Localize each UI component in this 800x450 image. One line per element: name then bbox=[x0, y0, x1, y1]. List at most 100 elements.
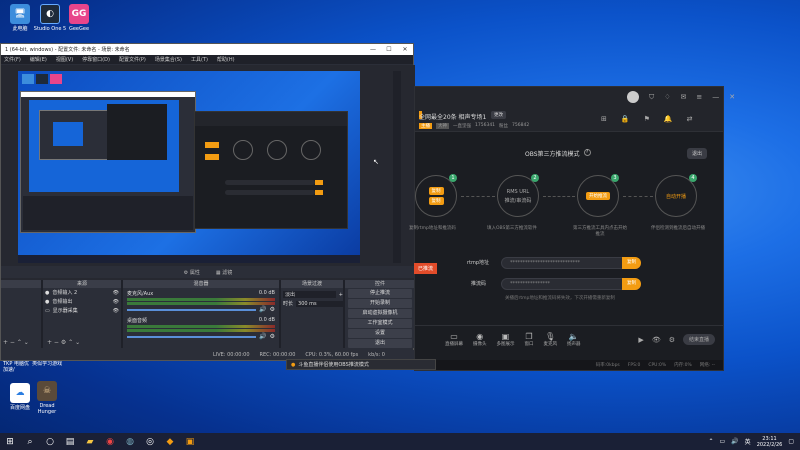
filters-button[interactable]: ▦ 滤镜 bbox=[216, 269, 232, 276]
visibility-icon[interactable]: 👁 bbox=[113, 299, 121, 305]
speaker-icon[interactable]: 🔊 bbox=[259, 333, 266, 340]
duration-input[interactable]: 300 ms bbox=[296, 300, 343, 307]
start-recording-button[interactable]: 开始录制 bbox=[348, 299, 412, 308]
stop-streaming-button[interactable]: 停止推流 bbox=[348, 289, 412, 298]
edit-title-tag[interactable]: 更改 bbox=[491, 111, 506, 119]
desktop-icon-geegee[interactable]: GG GeeGee bbox=[62, 4, 96, 32]
explorer-icon[interactable]: ▤ bbox=[60, 433, 80, 450]
transition-select[interactable]: 淡出 bbox=[283, 291, 336, 298]
copy-key-button[interactable]: 复制 bbox=[428, 197, 444, 205]
ime-indicator[interactable]: 英 bbox=[745, 437, 751, 446]
app-icon[interactable]: ▣ bbox=[180, 433, 200, 450]
record-icon[interactable]: ▶ bbox=[638, 336, 643, 344]
gear-icon[interactable]: ⚙ bbox=[669, 336, 675, 344]
network-icon[interactable]: ▭ bbox=[720, 438, 726, 445]
gear-icon[interactable]: ⚙ bbox=[270, 306, 275, 313]
scene-controls[interactable]: + − ⌃ ⌄ bbox=[3, 339, 29, 346]
tray-expand-icon[interactable]: ⌃ bbox=[708, 438, 713, 445]
studio-mode-button[interactable]: 工作室模式 bbox=[348, 319, 412, 328]
audio-meter bbox=[127, 329, 275, 332]
grid-icon[interactable]: ⊞ bbox=[601, 115, 607, 123]
visibility-icon[interactable]: 👁 bbox=[113, 308, 121, 314]
desktop-icon-dread-hunger[interactable]: ☠ Dread Hunger bbox=[30, 381, 64, 415]
tag-icon[interactable]: ⚑ bbox=[644, 115, 650, 123]
start-icon[interactable]: ⊞ bbox=[0, 433, 20, 450]
douyu-icon[interactable]: ◆ bbox=[160, 433, 180, 450]
copy-key-field-button[interactable]: 复制 bbox=[622, 278, 641, 290]
source-item[interactable]: ● 音频输出 👁 bbox=[43, 297, 121, 306]
close-icon[interactable]: ✕ bbox=[397, 46, 413, 53]
menu-view[interactable]: 视图(V) bbox=[56, 56, 73, 63]
source-item[interactable]: ● 音频输入 2 👁 bbox=[43, 288, 121, 297]
menu-edit[interactable]: 编辑(E) bbox=[30, 56, 47, 63]
notification-icon[interactable]: ▢ bbox=[788, 438, 794, 445]
obs-mode-notice: ● 斗鱼直播伴侣使用OBS推流模式 bbox=[286, 359, 436, 370]
menu-profile[interactable]: 配置文件(P) bbox=[119, 56, 146, 63]
bell-icon[interactable]: 🔔 bbox=[664, 115, 673, 123]
scene-properties-bar: ⚙ 属性 ▦ 滤镜 bbox=[1, 266, 415, 278]
obs-icon[interactable]: ◎ bbox=[140, 433, 160, 450]
menu-icon[interactable]: ≡ bbox=[696, 93, 702, 102]
eye-icon[interactable]: 👁 bbox=[652, 336, 661, 344]
stream-title: 全网最全20条 相声专场1 bbox=[419, 114, 487, 121]
menu-tools[interactable]: 工具(T) bbox=[191, 56, 208, 63]
rtmp-field[interactable]: **************************** 复制 bbox=[501, 257, 641, 269]
start-push-button[interactable]: 开始推流 bbox=[586, 192, 610, 200]
screen-source-button[interactable]: ▭ 直播屏幕 bbox=[445, 332, 463, 347]
step-connector bbox=[543, 196, 575, 197]
source-item[interactable]: ▭ 显示器采集 👁 bbox=[43, 306, 121, 315]
stream-key-field[interactable]: **************** 复制 bbox=[501, 278, 641, 290]
steam-icon[interactable]: ◍ bbox=[120, 433, 140, 450]
volume-slider[interactable] bbox=[127, 335, 257, 338]
chrome-icon[interactable]: ◉ bbox=[100, 433, 120, 450]
baidu-netdisk-icon: ☁ bbox=[10, 383, 30, 403]
desktop-icon-this-pc[interactable]: 🖥 此电脑 bbox=[3, 4, 37, 32]
exit-mode-button[interactable]: 退出 bbox=[687, 148, 708, 159]
speaker-icon[interactable]: 🔊 bbox=[259, 306, 266, 313]
window-source-button[interactable]: ❐ 窗口 bbox=[525, 332, 534, 347]
audio-meter bbox=[127, 298, 275, 301]
image-source-button[interactable]: ▣ 多图展示 bbox=[497, 332, 515, 347]
obs-preview-canvas[interactable] bbox=[18, 71, 360, 263]
exit-button[interactable]: 退出 bbox=[348, 339, 412, 348]
settings-button[interactable]: 设置 bbox=[348, 329, 412, 338]
step-connector bbox=[623, 196, 653, 197]
copy-rtmp-button[interactable]: 复制 bbox=[428, 187, 444, 195]
mic-icon: ● bbox=[45, 289, 50, 296]
shield-icon[interactable]: ⛉ bbox=[649, 93, 654, 102]
folder-icon[interactable]: ▰ bbox=[80, 433, 100, 450]
copy-rtmp-field-button[interactable]: 复制 bbox=[622, 257, 641, 269]
taskview-icon[interactable]: ○ bbox=[40, 433, 60, 450]
maximize-icon[interactable]: ☐ bbox=[381, 46, 397, 53]
mic-source-button[interactable]: 🎙 麦克风 bbox=[544, 332, 558, 347]
properties-button[interactable]: ⚙ 属性 bbox=[184, 269, 200, 276]
key-label: 推流码 bbox=[471, 281, 487, 287]
source-controls[interactable]: + − ⚙ ⌃ ⌄ bbox=[47, 339, 80, 346]
menu-docks[interactable]: 停靠窗口(D) bbox=[82, 56, 110, 63]
search-icon[interactable]: ⌕ bbox=[20, 433, 40, 450]
visibility-icon[interactable]: 👁 bbox=[113, 290, 121, 296]
avatar[interactable] bbox=[627, 91, 639, 103]
clock[interactable]: 23:11 2022/2/26 bbox=[757, 436, 783, 448]
kbps-status: kb/s: 0 bbox=[368, 352, 385, 358]
menu-scene-collection[interactable]: 场景集合(S) bbox=[155, 56, 182, 63]
help-icon[interactable]: ? bbox=[583, 149, 591, 156]
minimize-icon[interactable]: — bbox=[365, 46, 381, 53]
preview-scrollbar[interactable] bbox=[393, 71, 401, 263]
share-icon[interactable]: ⇄ bbox=[687, 115, 693, 123]
minimize-icon[interactable]: — bbox=[712, 93, 719, 102]
plus-icon[interactable]: + bbox=[339, 292, 343, 298]
speaker-source-button[interactable]: 🔈 扬声器 bbox=[567, 332, 581, 347]
lock-icon[interactable]: 🔒 bbox=[621, 115, 630, 123]
mail-icon[interactable]: ✉ bbox=[681, 93, 687, 102]
virtual-camera-button[interactable]: 启动虚拟摄像机 bbox=[348, 309, 412, 318]
volume-slider[interactable] bbox=[127, 308, 257, 311]
volume-icon[interactable]: 🔊 bbox=[731, 438, 738, 445]
shirt-icon[interactable]: ♢ bbox=[664, 93, 670, 102]
end-stream-button[interactable]: 结束直播 bbox=[682, 334, 715, 345]
close-icon[interactable]: ✕ bbox=[729, 93, 735, 102]
menu-file[interactable]: 文件(F) bbox=[4, 56, 21, 63]
gear-icon[interactable]: ⚙ bbox=[270, 333, 275, 340]
camera-source-button[interactable]: ◉ 摄像头 bbox=[473, 332, 487, 347]
menu-help[interactable]: 帮助(H) bbox=[217, 56, 235, 63]
